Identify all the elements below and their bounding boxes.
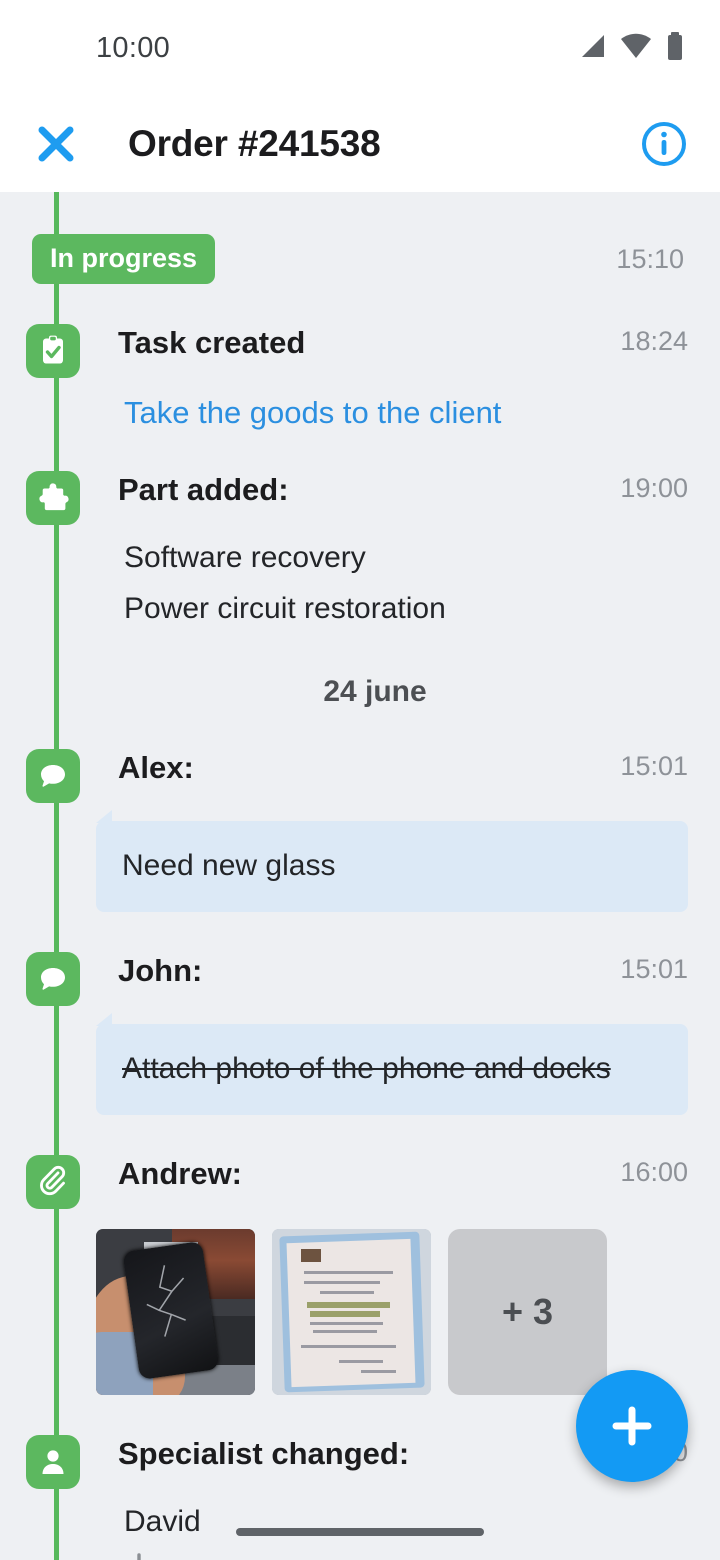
event-title: Task created [118, 325, 306, 360]
chat-bubble-icon [26, 749, 80, 804]
page-title: Order #241538 [128, 123, 381, 164]
timeline-event-task-created[interactable]: Task created 18:24 Take the goods to the… [0, 324, 720, 431]
photo-cracked-phone[interactable] [96, 1229, 255, 1396]
battery-icon [666, 31, 684, 65]
part-line: Software recovery [124, 541, 366, 575]
info-button[interactable] [636, 116, 692, 172]
puzzle-piece-icon [26, 471, 80, 526]
event-time: 18:24 [620, 326, 688, 356]
paperclip-icon [26, 1155, 80, 1210]
timeline-event-attachments[interactable]: Andrew: 16:00 [0, 1155, 720, 1210]
status-bar: 10:00 [0, 0, 720, 96]
plus-icon [612, 1406, 652, 1446]
message-time: 15:01 [620, 751, 688, 782]
attachment-time: 16:00 [620, 1157, 688, 1188]
system-nav-bar [0, 1504, 720, 1560]
app-bar: Order #241538 [0, 96, 720, 192]
message-author: Alex: [118, 750, 194, 786]
timeline-message-alex[interactable]: Alex: 15:01 [0, 749, 720, 804]
order-timeline: In progress 15:10 Task created 18:24 Tak… [0, 192, 720, 1560]
timeline-event-part-added[interactable]: Part added: 19:00 Software recovery Powe… [0, 471, 720, 627]
home-indicator[interactable] [236, 1528, 484, 1536]
status-badge[interactable]: In progress [32, 234, 216, 284]
message-author: John: [118, 953, 203, 989]
date-divider: 24 june [323, 675, 427, 709]
message-time: 15:01 [620, 954, 688, 985]
person-icon [26, 1435, 80, 1490]
message-bubble[interactable]: Need new glass [96, 810, 688, 913]
photo-document-scan[interactable] [272, 1229, 431, 1396]
event-time: 19:00 [620, 473, 688, 504]
event-title: Part added: [118, 472, 289, 508]
timeline-status-row: In progress 15:10 [0, 192, 720, 284]
timeline-message-john[interactable]: John: 15:01 [0, 952, 720, 1007]
close-icon [38, 126, 74, 162]
status-time: 15:10 [616, 243, 684, 274]
message-bubble[interactable]: Attach photo of the phone and docks [96, 1013, 688, 1116]
status-bar-clock: 10:00 [96, 31, 171, 64]
signal-icon [576, 33, 606, 64]
wifi-icon [620, 33, 652, 64]
part-line: Power circuit restoration [124, 592, 446, 626]
more-attachments-tile[interactable]: + 3 [448, 1229, 607, 1396]
chat-bubble-icon [26, 952, 80, 1007]
close-button[interactable] [28, 116, 84, 172]
status-bar-icons [576, 31, 684, 65]
task-link[interactable]: Take the goods to the client [124, 394, 688, 431]
event-title: Specialist changed: [118, 1436, 410, 1472]
attachment-author: Andrew: [118, 1156, 242, 1192]
clipboard-check-icon [26, 324, 80, 378]
add-button[interactable] [576, 1370, 688, 1482]
info-icon [642, 122, 686, 166]
